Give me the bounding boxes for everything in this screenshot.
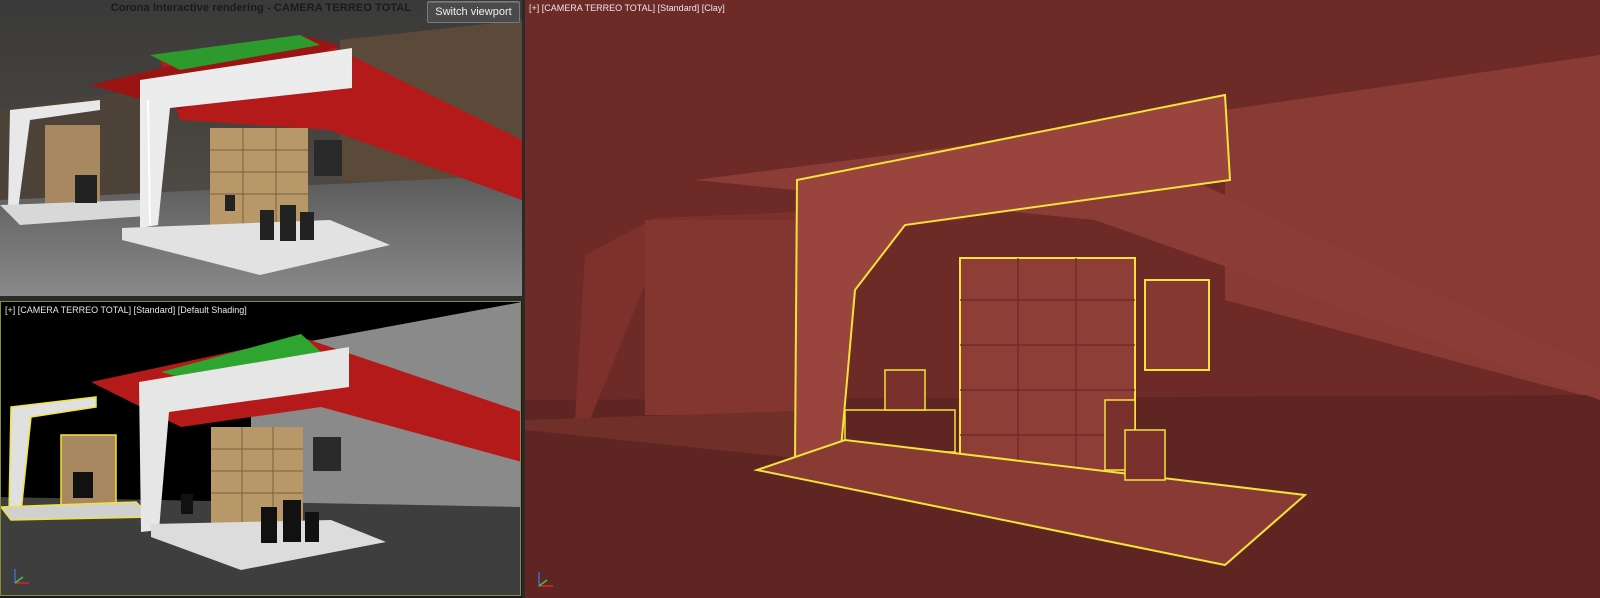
- shaded-viewport[interactable]: [+] [CAMERA TERREO TOTAL] [Standard] [De…: [0, 301, 521, 596]
- viewport-camera-menu[interactable]: [CAMERA TERREO TOTAL]: [542, 3, 655, 13]
- viewport-mode-menu[interactable]: [Standard]: [658, 3, 700, 13]
- viewport-shading-menu[interactable]: [Default Shading]: [178, 305, 247, 315]
- clay-viewport[interactable]: [+] [CAMERA TERREO TOTAL] [Standard] [Cl…: [525, 0, 1600, 598]
- viewport-camera-menu[interactable]: [CAMERA TERREO TOTAL]: [18, 305, 131, 315]
- viewport-menu-plus[interactable]: [+]: [5, 305, 15, 315]
- shaded-viewport-label: [+] [CAMERA TERREO TOTAL] [Standard] [De…: [5, 305, 247, 315]
- clay-viewport-label: [+] [CAMERA TERREO TOTAL] [Standard] [Cl…: [529, 3, 725, 13]
- render-scene-image: [0, 0, 522, 296]
- switch-viewport-button[interactable]: Switch viewport: [427, 1, 520, 23]
- xyz-axis-icon: [14, 569, 29, 584]
- viewport-menu-plus[interactable]: [+]: [529, 3, 539, 13]
- shaded-scene-image: [1, 302, 520, 595]
- viewport-shading-menu[interactable]: [Clay]: [702, 3, 725, 13]
- xyz-axis-icon: [538, 572, 553, 587]
- clay-scene-image: [525, 0, 1600, 598]
- viewport-mode-menu[interactable]: [Standard]: [134, 305, 176, 315]
- render-viewport[interactable]: Corona Interactive rendering - CAMERA TE…: [0, 0, 523, 296]
